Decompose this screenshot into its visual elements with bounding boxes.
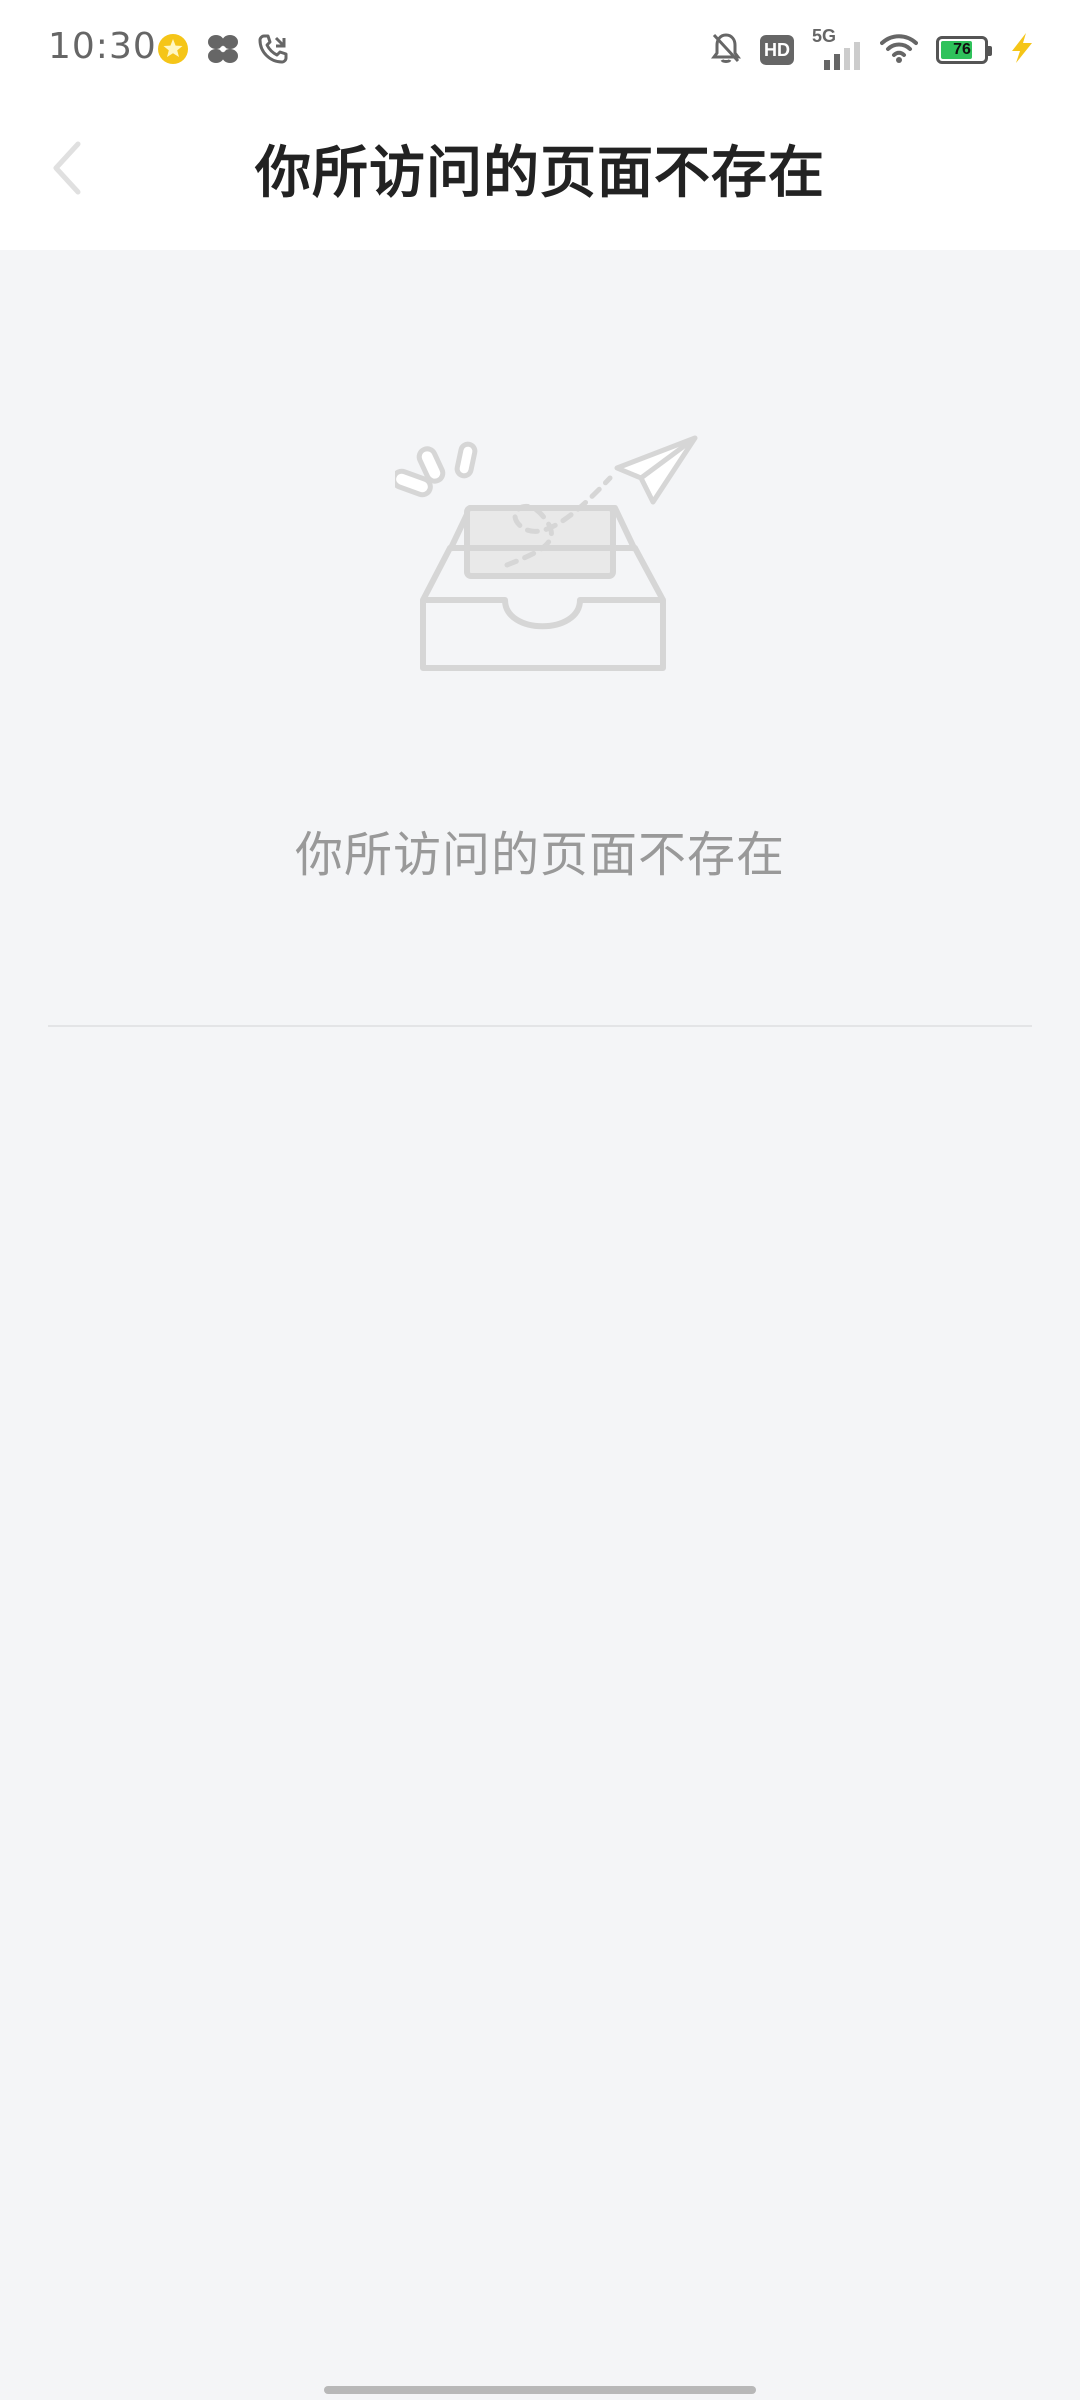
bell-off-icon [710, 31, 742, 69]
status-time: 10:30 [48, 26, 157, 67]
empty-message: 你所访问的页面不存在 [294, 827, 785, 883]
page-title: 你所访问的页面不存在 [255, 141, 825, 206]
star-badge-icon [156, 32, 190, 70]
empty-state: 你所访问的页面不存在 [0, 250, 1080, 2400]
signal-5g-icon: 5G [812, 26, 862, 70]
pinwheel-icon [206, 32, 240, 70]
home-indicator[interactable] [324, 2386, 756, 2394]
status-right-icons: HD 5G 76 [710, 26, 1036, 70]
empty-inbox-paper-plane-icon [391, 430, 705, 680]
phone-call-icon [256, 32, 290, 70]
status-left-icons [156, 32, 290, 70]
hd-icon: HD [760, 35, 794, 65]
battery-percent: 76 [953, 41, 971, 58]
status-bar: 10:30 HD 5G 76 [0, 0, 1080, 100]
nav-bar: 你所访问的页面不存在 [0, 100, 1080, 250]
battery-icon: 76 [936, 36, 992, 64]
wifi-icon [880, 32, 918, 68]
charging-bolt-icon [1006, 31, 1036, 69]
divider [48, 1025, 1032, 1027]
